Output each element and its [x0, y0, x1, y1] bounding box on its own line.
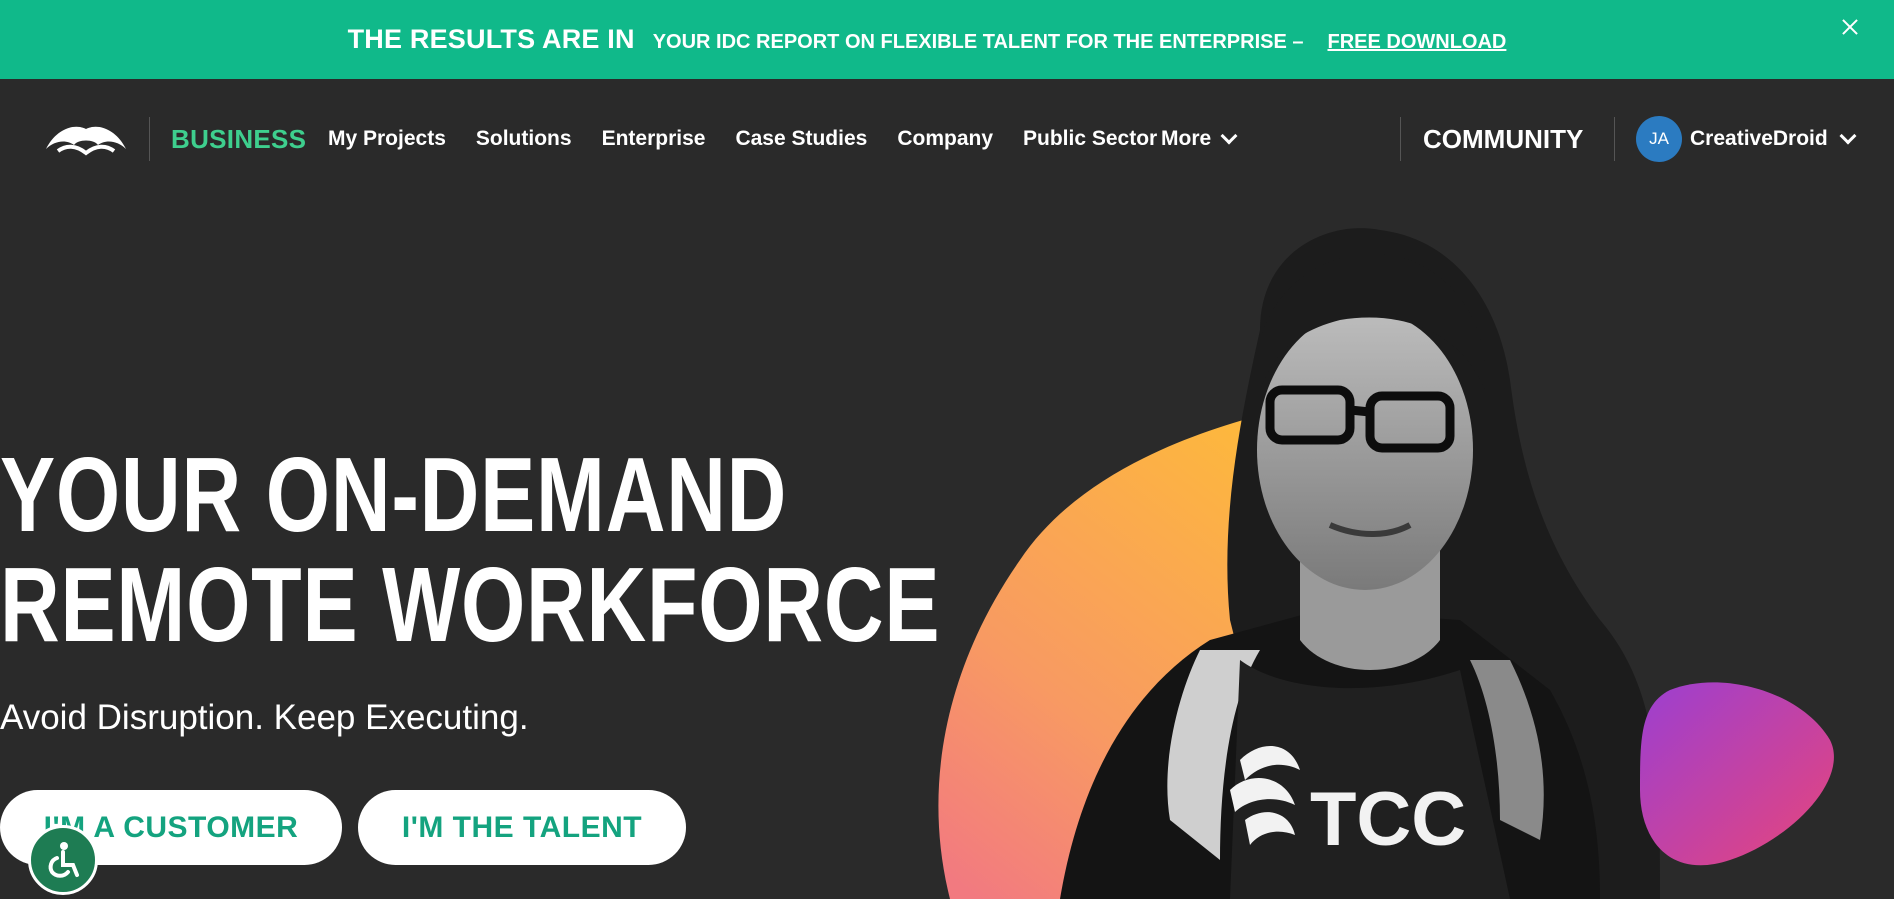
chevron-down-icon	[1220, 127, 1238, 145]
hero-title-line2: REMOTE WORKFORCE	[0, 546, 941, 664]
wheelchair-icon	[48, 842, 79, 878]
nav-link-solutions[interactable]: Solutions	[476, 127, 572, 151]
nav-divider	[1614, 117, 1615, 161]
community-link[interactable]: COMMUNITY	[1423, 124, 1583, 155]
announcement-banner: THE RESULTS ARE IN YOUR IDC REPORT ON FL…	[0, 0, 1894, 79]
nav-link-public-sector[interactable]: Public Sector	[1023, 127, 1157, 151]
hero-subtitle: Avoid Disruption. Keep Executing.	[0, 698, 529, 737]
shirt-text: TCC	[1310, 777, 1466, 862]
hero-title: YOUR ON-DEMAND REMOTE WORKFORCE	[0, 440, 940, 660]
banner-content: THE RESULTS ARE IN YOUR IDC REPORT ON FL…	[348, 24, 1507, 55]
free-download-link[interactable]: FREE DOWNLOAD	[1328, 31, 1507, 54]
username: CreativeDroid	[1690, 127, 1828, 150]
nav-links: My Projects Solutions Enterprise Case St…	[328, 127, 1157, 151]
avatar[interactable]: JA	[1636, 116, 1682, 162]
nav-link-enterprise[interactable]: Enterprise	[602, 127, 706, 151]
talent-button[interactable]: I'M THE TALENT	[358, 790, 686, 865]
hero-title-line1: YOUR ON-DEMAND	[0, 436, 788, 554]
hero-illustration: TCC	[938, 228, 1834, 899]
chevron-down-icon	[1839, 127, 1857, 145]
user-menu[interactable]: CreativeDroid	[1690, 127, 1857, 151]
business-link[interactable]: BUSINESS	[171, 124, 306, 155]
logo-icon[interactable]	[44, 119, 128, 159]
nav-link-my-projects[interactable]: My Projects	[328, 127, 446, 151]
more-menu[interactable]: More	[1161, 127, 1238, 151]
banner-text: YOUR IDC REPORT ON FLEXIBLE TALENT FOR T…	[652, 31, 1304, 53]
nav-divider	[1400, 117, 1401, 161]
nav-divider	[149, 117, 150, 161]
purple-blob-shape	[1640, 682, 1834, 866]
close-icon[interactable]	[1834, 12, 1866, 44]
top-navigation: BUSINESS My Projects Solutions Enterpris…	[0, 79, 1894, 199]
more-label: More	[1161, 127, 1212, 150]
nav-link-company[interactable]: Company	[897, 127, 993, 151]
accessibility-button[interactable]	[28, 825, 98, 895]
nav-link-case-studies[interactable]: Case Studies	[735, 127, 867, 151]
banner-title: THE RESULTS ARE IN	[347, 24, 635, 54]
